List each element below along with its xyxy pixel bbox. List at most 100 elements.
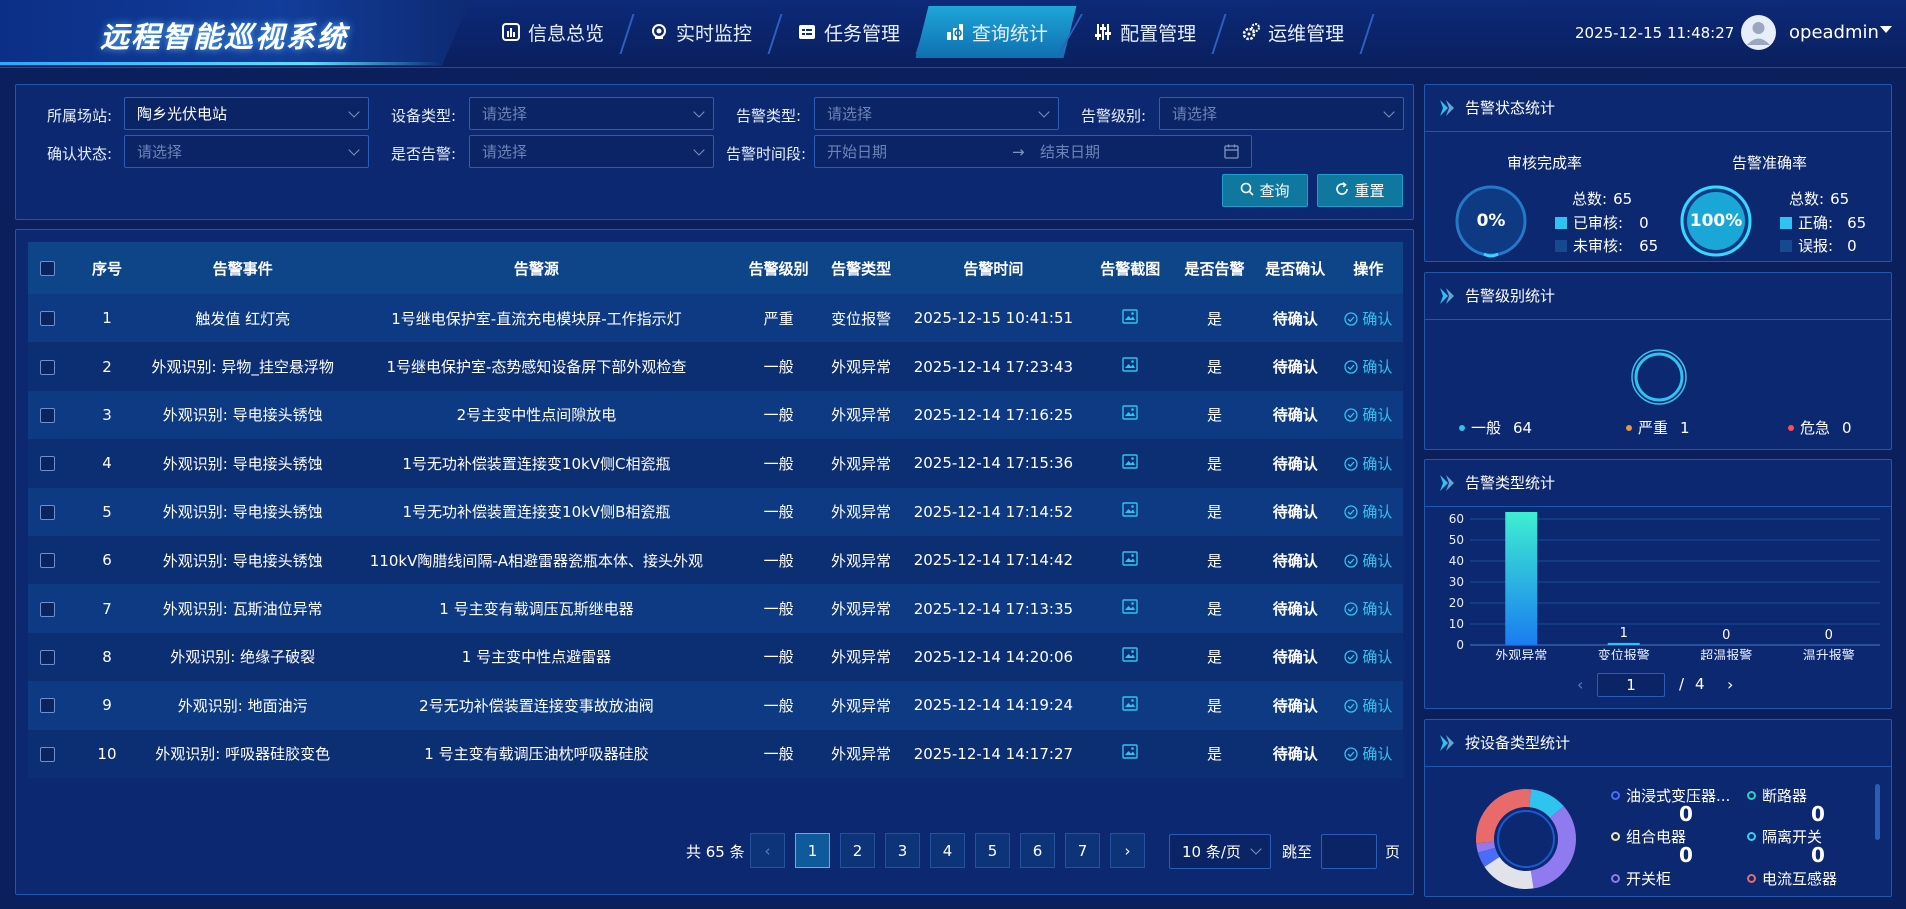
action-cell: 确认 xyxy=(1333,390,1403,440)
select-all-checkbox[interactable] xyxy=(40,261,56,276)
confirm-label: 确认 xyxy=(1362,745,1393,764)
table-body: 1 触发值 红灯亮 1号继电保护室-直流充电模块屏-工作指示灯 严重 变位报警 2025-… xyxy=(28,294,1403,778)
legend-scrollbar[interactable] xyxy=(1875,784,1880,840)
alarm-time: 2025-12-14 17:16:25 xyxy=(898,390,1089,440)
action-cell: 确认 xyxy=(1333,632,1403,682)
is-alarm-select[interactable]: 请选择 xyxy=(469,135,714,168)
device-type-select[interactable]: 请选择 xyxy=(469,97,714,130)
page-button[interactable]: 4 xyxy=(930,833,965,868)
page-button[interactable]: 1 xyxy=(795,833,830,868)
date-range-picker[interactable]: 开始日期 → 结束日期 xyxy=(814,135,1252,168)
page-size-select[interactable]: 10 条/页 xyxy=(1169,834,1271,869)
is-alarm: 是 xyxy=(1172,681,1257,730)
false-row: 误报: 0 xyxy=(1780,235,1857,256)
legend-value: 64 xyxy=(1513,418,1533,437)
image-icon[interactable] xyxy=(1122,599,1138,618)
confirm-button[interactable]: 确认 xyxy=(1344,455,1392,473)
y-tick-label: 40 xyxy=(1449,554,1464,568)
image-icon[interactable] xyxy=(1122,696,1138,715)
alarm-time: 2025-12-14 14:20:06 xyxy=(898,632,1089,682)
row-checkbox[interactable] xyxy=(40,649,56,665)
false-swatch xyxy=(1780,239,1792,252)
image-icon[interactable] xyxy=(1122,550,1138,570)
legend-item-severe: 严重 1 xyxy=(1626,417,1690,438)
screenshot-cell xyxy=(1088,632,1173,682)
row-checkbox[interactable] xyxy=(40,553,56,569)
chevron-down-icon[interactable] xyxy=(1880,26,1892,33)
query-button-label: 查询 xyxy=(1259,182,1290,200)
row-checkbox[interactable] xyxy=(40,698,56,714)
legend-label: 电流互感器 xyxy=(1762,870,1838,888)
user-avatar[interactable] xyxy=(1741,15,1776,50)
chevron-down-icon xyxy=(693,144,705,156)
nav-tab-overview[interactable]: 信息总览 xyxy=(478,6,626,58)
nav-tab-tasks[interactable]: 任务管理 xyxy=(774,6,922,58)
image-icon[interactable] xyxy=(1122,744,1138,763)
prev-page-button[interactable]: ‹ xyxy=(750,833,785,868)
nav-tab-statistics[interactable]: 查询统计 xyxy=(915,6,1077,58)
confirm-button[interactable]: 确认 xyxy=(1344,600,1392,618)
page-button[interactable]: 3 xyxy=(885,833,920,868)
alarm-event: 外观识别: 瓦斯油位异常 xyxy=(146,584,340,633)
alarm-level-select[interactable]: 请选择 xyxy=(1159,97,1404,130)
end-date-input[interactable]: 结束日期 xyxy=(1040,141,1100,162)
bar xyxy=(1607,642,1640,645)
chevron-right-icon[interactable]: › xyxy=(1727,675,1733,694)
row-checkbox[interactable] xyxy=(40,359,56,375)
column-header: 告警类型 xyxy=(823,242,899,294)
jump-page-input[interactable] xyxy=(1321,834,1377,869)
confirm-button[interactable]: 确认 xyxy=(1344,552,1392,570)
confirm-button[interactable]: 确认 xyxy=(1344,648,1392,666)
row-checkbox[interactable] xyxy=(40,407,56,423)
page-button[interactable]: 5 xyxy=(975,833,1010,868)
confirm-button[interactable]: 确认 xyxy=(1344,358,1392,376)
check-circle-icon xyxy=(1344,360,1359,374)
start-date-input[interactable]: 开始日期 xyxy=(827,141,1012,162)
confirm-button[interactable]: 确认 xyxy=(1344,406,1392,424)
chevron-left-icon[interactable]: ‹ xyxy=(1577,675,1583,694)
alarm-status-title: 告警状态统计 xyxy=(1465,99,1556,117)
chart-page-input[interactable]: 1 xyxy=(1597,673,1665,697)
station-value: 陶乡光伏电站 xyxy=(137,105,228,123)
nav-tab-ops[interactable]: 运维管理 xyxy=(1218,6,1366,58)
chart-icon xyxy=(502,23,520,41)
next-page-button[interactable]: › xyxy=(1110,833,1145,868)
image-icon[interactable] xyxy=(1122,454,1138,473)
alarm-source: 1 号主变有载调压瓦斯继电器 xyxy=(339,584,734,633)
reset-button[interactable]: 重置 xyxy=(1317,174,1403,207)
image-icon[interactable] xyxy=(1122,405,1138,424)
alarm-source: 1 号主变有载调压油枕呼吸器硅胶 xyxy=(339,729,734,778)
row-checkbox[interactable] xyxy=(40,311,56,327)
user-name[interactable]: opeadmin xyxy=(1789,22,1879,43)
nav-label: 任务管理 xyxy=(824,22,901,45)
nav-tab-config[interactable]: 配置管理 xyxy=(1070,6,1218,58)
page-button[interactable]: 7 xyxy=(1065,833,1100,868)
confirm-button[interactable]: 确认 xyxy=(1344,697,1392,715)
image-icon[interactable] xyxy=(1122,647,1138,666)
confirm-status-select[interactable]: 请选择 xyxy=(124,135,369,168)
image-icon[interactable] xyxy=(1122,357,1138,376)
confirm-label: 确认 xyxy=(1362,358,1393,377)
row-index: 4 xyxy=(67,439,147,488)
chevron-down-icon xyxy=(348,144,360,156)
image-icon[interactable] xyxy=(1122,308,1138,328)
row-checkbox[interactable] xyxy=(40,456,56,472)
confirm-button[interactable]: 确认 xyxy=(1344,745,1392,763)
row-checkbox[interactable] xyxy=(40,504,56,520)
station-select[interactable]: 陶乡光伏电站 xyxy=(124,97,369,130)
column-header: 是否告警 xyxy=(1172,242,1257,294)
nav-tab-monitor[interactable]: 实时监控 xyxy=(626,6,774,58)
confirm-button[interactable]: 确认 xyxy=(1344,503,1392,521)
row-checkbox[interactable] xyxy=(40,601,56,617)
calendar-icon xyxy=(1224,144,1239,163)
page-button[interactable]: 6 xyxy=(1020,833,1055,868)
page-button[interactable]: 2 xyxy=(840,833,875,868)
nav-label: 运维管理 xyxy=(1268,22,1345,45)
alarm-type-select[interactable]: 请选择 xyxy=(814,97,1059,130)
image-icon[interactable] xyxy=(1122,502,1138,521)
check-circle-icon xyxy=(1344,457,1359,471)
query-button[interactable]: 查询 xyxy=(1222,174,1308,207)
row-index: 10 xyxy=(67,729,147,778)
confirm-button[interactable]: 确认 xyxy=(1344,310,1392,328)
row-checkbox[interactable] xyxy=(40,746,56,762)
